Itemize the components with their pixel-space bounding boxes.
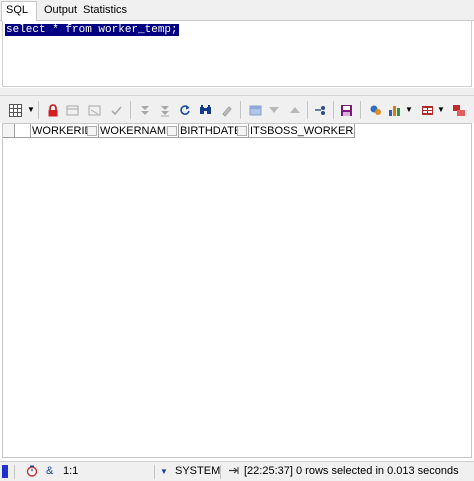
refresh-icon[interactable] [176,101,194,119]
pin-icon[interactable] [228,465,239,479]
toolbar-separator [130,101,131,119]
sql-text-line: select * from worker_temp; [5,24,179,37]
column-label: ITSBOSS_WORKERID [250,125,355,137]
find-icon[interactable] [196,101,214,119]
lock-icon[interactable] [44,101,62,119]
timer-icon[interactable] [26,465,38,480]
grid-toolbar: ▼ ▼ ▼ [0,95,474,123]
row-selector-header[interactable] [15,124,31,138]
column-header-itsboss-workerid[interactable]: ITSBOSS_WORKERID [249,124,355,138]
toolbar-separator [240,101,241,119]
splitter[interactable] [0,88,474,95]
column-header-wokername[interactable]: WOKERNAME [99,124,179,138]
status-bar: & 1:1 ▼ SYSTEM [22:25:37] 0 rows selecte… [0,461,474,481]
status-separator [220,465,221,479]
column-label: WOKERNAME [100,125,174,137]
column-menu-button[interactable] [167,126,177,136]
export-dropdown-icon[interactable]: ▼ [437,105,445,114]
fetch-next-icon[interactable] [136,101,154,119]
grid-header: WORKERID WOKERNAME BIRTHDATE ITSBOSS_WOR… [3,124,355,138]
grid-options-icon[interactable] [6,101,24,119]
post-record-icon[interactable] [107,101,125,119]
filter-icon[interactable] [246,101,264,119]
sql-selected-text: select * from worker_temp; [5,24,179,36]
dropdown-arrow-icon[interactable]: ▼ [27,105,35,114]
clear-icon[interactable] [217,101,235,119]
tab-statistics[interactable]: Statistics [79,2,127,21]
column-menu-button[interactable] [87,126,97,136]
chart-dropdown-icon[interactable]: ▼ [405,105,413,114]
delete-record-icon[interactable] [86,101,104,119]
column-menu-button[interactable] [237,126,247,136]
toolbar-separator [333,101,334,119]
save-icon[interactable] [337,101,355,119]
chart-icon[interactable] [385,101,403,119]
schema-dropdown-icon[interactable]: ▼ [160,467,168,476]
status-separator [154,465,155,479]
connect-icon[interactable] [312,101,330,119]
sort-down-icon[interactable] [265,101,283,119]
toolbar-separator [307,101,308,119]
schema-name[interactable]: SYSTEM [175,465,220,477]
column-label: WORKERID [32,125,93,137]
tab-output[interactable]: Output [40,2,78,21]
fetch-last-icon[interactable] [156,101,174,119]
import-icon[interactable] [450,101,468,119]
ampersand-icon[interactable]: & [46,465,53,477]
query-by-example-icon[interactable] [366,101,384,119]
column-header-workerid[interactable]: WORKERID [31,124,99,138]
column-header-birthdate[interactable]: BIRTHDATE [179,124,249,138]
insert-record-icon[interactable] [64,101,82,119]
column-label: BIRTHDATE [180,125,242,137]
sql-editor[interactable]: select * from worker_temp; [2,21,472,87]
result-grid[interactable]: WORKERID WOKERNAME BIRTHDATE ITSBOSS_WOR… [2,123,472,458]
status-message: [22:25:37] 0 rows selected in 0.013 seco… [244,465,459,477]
cursor-position: 1:1 [63,465,79,477]
row-indicator-header[interactable] [3,124,15,138]
tab-sql[interactable]: SQL [1,1,37,22]
result-tabs: SQL Output Statistics [0,0,474,22]
sort-up-icon[interactable] [286,101,304,119]
connection-indicator [2,465,8,478]
toolbar-separator [38,101,39,119]
toolbar-separator [360,101,361,119]
export-icon[interactable] [418,101,436,119]
status-separator [14,465,15,479]
